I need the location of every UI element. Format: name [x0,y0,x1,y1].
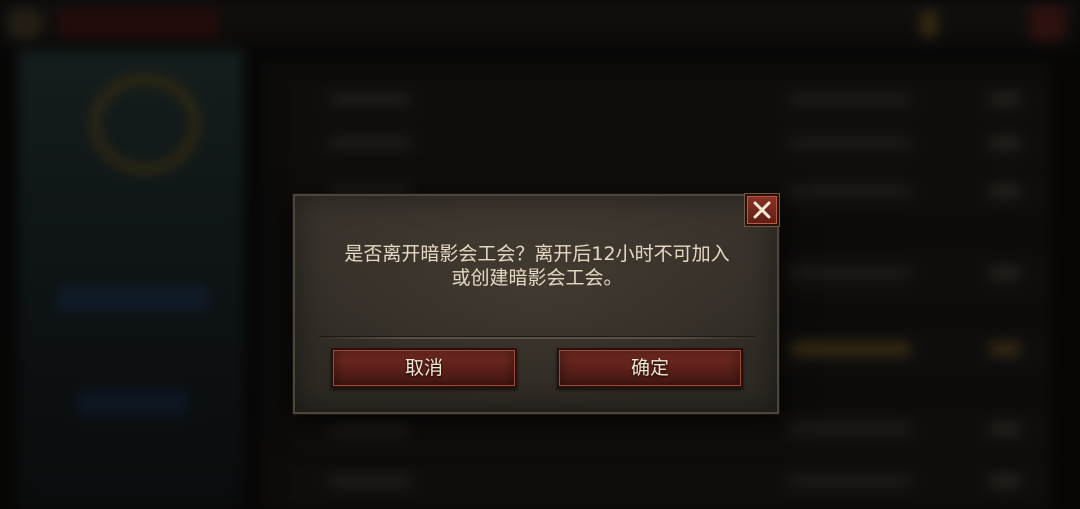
dialog-divider [319,336,755,339]
cancel-button[interactable]: 取消 [331,348,517,388]
leave-guild-dialog: 是否离开暗影会工会？离开后12小时不可加入 或创建暗影会工会。 取消 确定 [293,194,779,414]
dialog-message-line-2: 或创建暗影会工会。 [451,267,623,289]
confirm-button[interactable]: 确定 [557,348,743,388]
close-button[interactable] [745,194,779,226]
close-icon [752,200,772,220]
dialog-message-line-1: 是否离开暗影会工会？离开后12小时不可加入 [344,243,730,265]
dialog-message: 是否离开暗影会工会？离开后12小时不可加入 或创建暗影会工会。 [319,242,755,290]
game-screen: 是否离开暗影会工会？离开后12小时不可加入 或创建暗影会工会。 取消 确定 [0,0,1080,509]
